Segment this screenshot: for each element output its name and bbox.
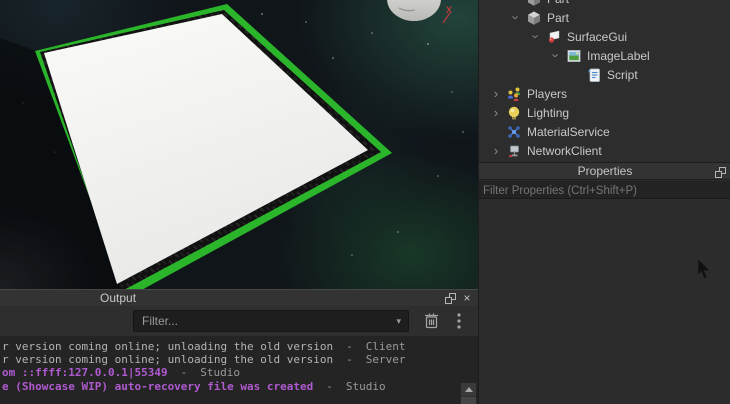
chevron-right-icon[interactable]: › [486, 84, 506, 103]
explorer-item-materialservice[interactable]: › MaterialService [479, 122, 730, 141]
properties-header: Properties [479, 162, 730, 180]
output-scrollbar[interactable] [460, 382, 477, 404]
explorer-item-label: NetworkClient [527, 143, 602, 158]
players-icon [506, 86, 522, 102]
explorer-item-label: MaterialService [527, 124, 610, 139]
roblox-studio-window: X › Part › Part › [0, 0, 730, 404]
explorer-item-players[interactable]: › Players [479, 84, 730, 103]
chevron-down-icon[interactable]: › [527, 27, 546, 47]
script-icon [586, 67, 602, 83]
part-icon [526, 0, 542, 7]
surfacegui-icon [546, 29, 562, 45]
close-icon[interactable]: × [461, 290, 473, 306]
explorer-item-label: ImageLabel [587, 48, 650, 63]
explorer-item-label: Lighting [527, 105, 570, 120]
explorer-item-label: SurfaceGui [567, 29, 628, 44]
3d-viewport[interactable]: X [0, 0, 478, 289]
output-panel: Output × Filter... ▾ r version coming on… [0, 289, 478, 404]
part-icon [526, 10, 542, 26]
explorer-item-label: Script [607, 67, 638, 82]
svg-text:X: X [446, 5, 452, 15]
imagelabel-icon [566, 48, 582, 64]
output-options-kebab-icon[interactable] [452, 311, 466, 331]
explorer-item-imagelabel[interactable]: › ImageLabel [479, 46, 730, 65]
properties-title: Properties [577, 164, 633, 178]
output-log-line: om ::ffff:127.0.0.1|55349- Studio [2, 366, 240, 379]
explorer-item-label: Part [547, 10, 570, 25]
output-log-line: r version coming online; unloading the o… [2, 340, 406, 353]
explorer-panel: › Part › Part › SurfaceGui [479, 0, 730, 162]
explorer-item-label: Part [547, 0, 569, 6]
top-sphere-object [387, 0, 441, 21]
chevron-right-icon[interactable]: › [486, 103, 506, 122]
materialservice-icon [506, 124, 522, 140]
chevron-right-icon[interactable]: › [486, 141, 506, 160]
explorer-item-part[interactable]: › Part [479, 8, 730, 27]
chevron-down-icon[interactable]: › [547, 46, 566, 66]
float-window-icon[interactable] [715, 167, 726, 178]
output-toolbar: Filter... ▾ [0, 306, 478, 336]
explorer-item-lighting[interactable]: › Lighting [479, 103, 730, 122]
axis-x-indicator: X [442, 5, 452, 24]
properties-empty-area [479, 200, 730, 404]
explorer-item-label: Players [527, 86, 568, 101]
chevron-down-icon[interactable]: › [507, 8, 526, 28]
explorer-item-networkclient[interactable]: › NetworkClient [479, 141, 730, 160]
output-log[interactable]: r version coming online; unloading the o… [0, 336, 478, 404]
scrollbar-thumb[interactable] [461, 397, 476, 404]
output-filter-combobox[interactable]: Filter... ▾ [133, 310, 409, 332]
output-title: Output [100, 291, 137, 305]
properties-filter [479, 181, 730, 200]
clear-output-button[interactable] [422, 311, 441, 331]
viewport-scene: X [0, 0, 464, 289]
output-log-line: r version coming online; unloading the o… [2, 353, 406, 366]
chevron-down-icon: ▾ [396, 315, 401, 326]
output-log-line-selected: e (Showcase WIP) auto-recovery file was … [2, 380, 386, 393]
lighting-icon [506, 105, 522, 121]
right-dock-panel: › Part › Part › SurfaceGui [478, 0, 730, 404]
properties-filter-input[interactable] [479, 182, 730, 200]
explorer-item-surfacegui[interactable]: › SurfaceGui [479, 27, 730, 46]
float-window-icon[interactable] [445, 293, 456, 304]
networkclient-icon [506, 143, 522, 159]
output-filter-placeholder: Filter... [142, 314, 179, 328]
explorer-item-script[interactable]: › Script [479, 65, 730, 84]
output-header: Output × [0, 290, 478, 306]
scroll-up-icon[interactable] [461, 383, 476, 396]
